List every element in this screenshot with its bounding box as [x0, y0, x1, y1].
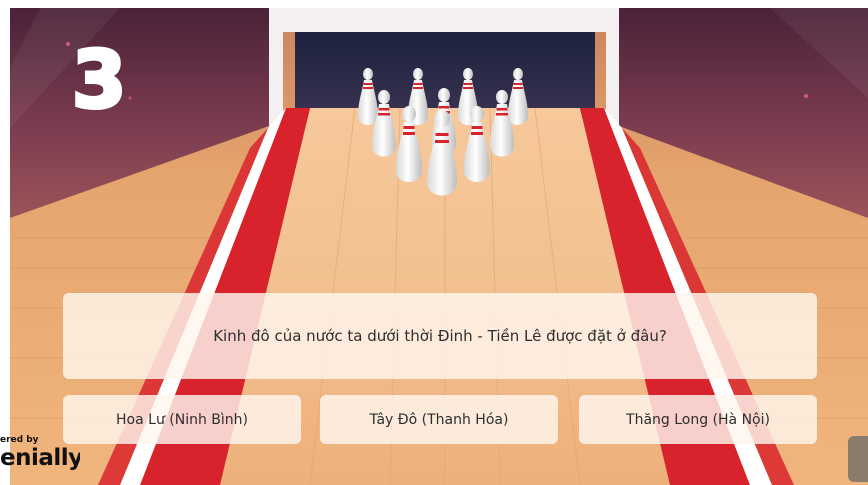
question-number: 3	[70, 36, 128, 126]
quiz-stage: 3 Kinh đô của nước ta dưới thời Đinh - T…	[0, 0, 868, 485]
powered-by-label: ered by	[0, 435, 39, 445]
genially-logo[interactable]: enially	[0, 447, 80, 470]
answer-option-a[interactable]: Hoa Lư (Ninh Bình)	[63, 395, 301, 444]
question-text: Kinh đô của nước ta dưới thời Đinh - Tiề…	[63, 293, 817, 379]
answer-option-b[interactable]: Tây Đô (Thanh Hóa)	[320, 395, 558, 444]
answer-option-c[interactable]: Thăng Long (Hà Nội)	[579, 395, 817, 444]
menu-tab-icon[interactable]	[848, 436, 868, 482]
bowling-alley-scene: 3 Kinh đô của nước ta dưới thời Đinh - T…	[10, 8, 868, 485]
